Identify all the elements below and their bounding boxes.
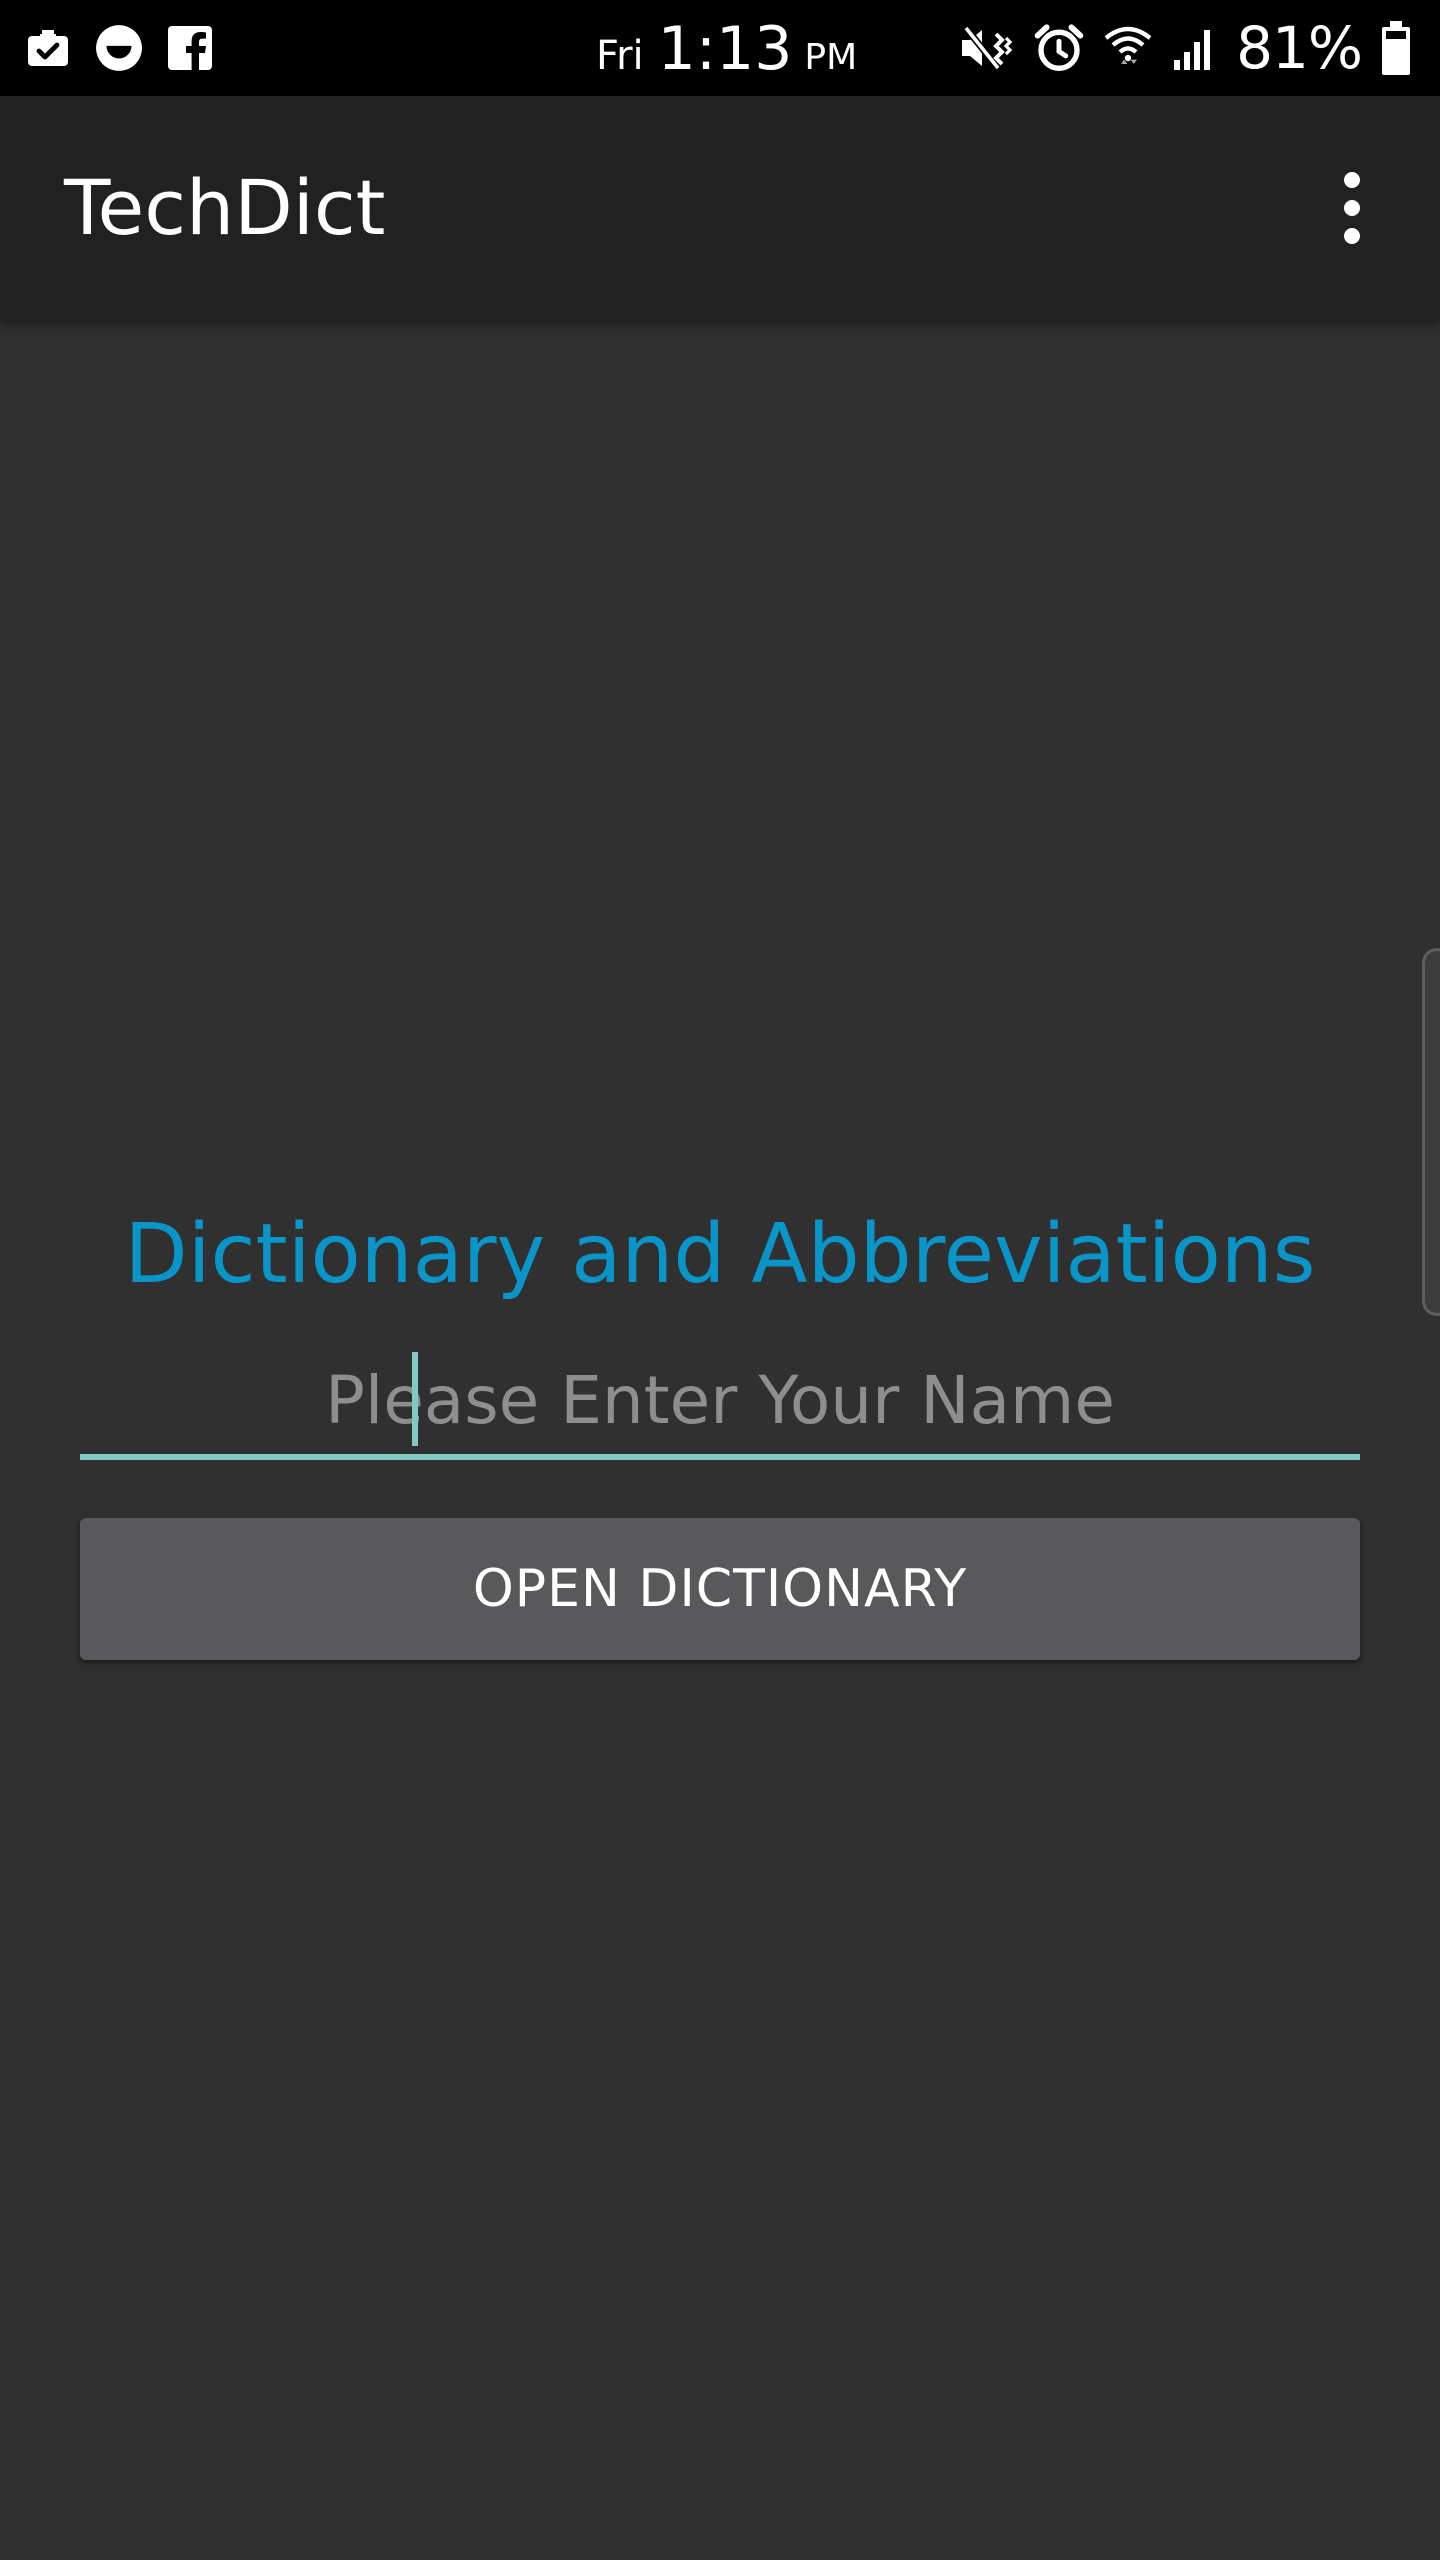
signal-icon [1170,24,1218,72]
notification-icons [24,22,214,74]
system-icons: 81% [958,14,1412,82]
status-day: Fri [596,33,644,79]
app-title: TechDict [64,163,386,252]
name-input[interactable] [80,1348,1360,1452]
vibrate-mute-icon [958,22,1014,74]
name-field[interactable] [80,1348,1360,1460]
more-vert-icon [1344,172,1360,188]
more-options-button[interactable] [1320,152,1384,264]
wifi-icon [1104,22,1152,74]
page-heading: Dictionary and Abbreviations [124,1207,1316,1302]
app-bar: TechDict [0,96,1440,320]
edge-panel-handle[interactable] [1422,948,1440,1316]
battery-icon [1380,21,1412,75]
text-cursor [412,1352,418,1446]
status-clock: Fri 1:13 PM [596,14,857,84]
open-dictionary-button[interactable]: OPEN DICTIONARY [80,1518,1360,1660]
status-bar: Fri 1:13 PM 81% [0,0,1440,96]
smiley-icon [94,23,144,73]
facebook-icon [166,24,214,72]
screen: Fri 1:13 PM 81% TechDict Dictionary and … [0,0,1440,2560]
alarm-icon [1032,21,1086,75]
status-time: 1:13 [657,14,793,84]
briefcase-check-icon [24,24,72,72]
battery-percent: 81% [1236,14,1363,82]
status-ampm: PM [804,37,858,78]
